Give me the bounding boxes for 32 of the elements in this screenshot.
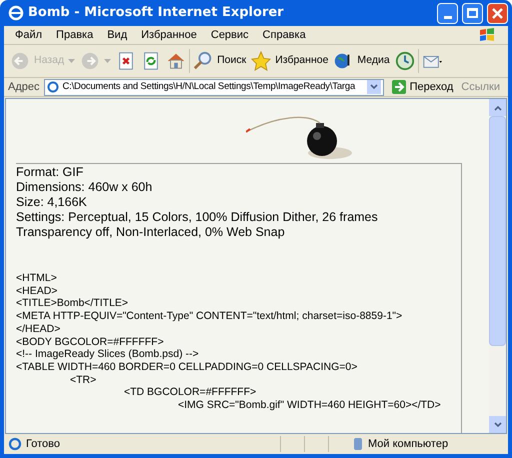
menu-item[interactable]: Правка	[49, 26, 100, 44]
address-text: C:\Documents and Settings\H/N\Local Settings\Temp\ImageReady\Targa	[62, 80, 356, 94]
status-text: Готово	[26, 436, 61, 452]
code-line: <TITLE>Bomb</TITLE>	[16, 297, 130, 310]
zone-text: Мой компьютер	[368, 436, 448, 452]
menu-item[interactable]: Справка	[256, 26, 313, 44]
go-button[interactable]: Переход	[388, 78, 458, 96]
info-line: Settings: Perceptual, 15 Colors, 100% Diffusion Dither, 26 frames	[16, 210, 378, 225]
window-title: Bomb - Microsoft Internet Explorer	[28, 4, 285, 22]
media-button[interactable]: Медиа	[331, 51, 392, 71]
code-line: <TD BGCOLOR=#FFFFFF>	[123, 386, 258, 400]
code-line: <META HTTP-EQUIV="Content-Type" CONTENT="text/html; charset=iso-8859-1">	[16, 310, 404, 323]
favorites-button[interactable]: Избранное	[249, 51, 330, 71]
info-line: Dimensions: 460w x 60h	[16, 180, 154, 195]
search-button[interactable]: Поиск	[191, 51, 248, 71]
address-field[interactable]: C:\Documents and Settings\H/N\Local Settings\Temp\ImageReady\Targa	[44, 78, 384, 96]
code-line: <TABLE WIDTH=460 BORDER=0 CELLPADDING=0 CELLSPACING=0>	[16, 360, 358, 374]
code-line: <IMG SRC="Bomb.gif" WIDTH=460 HEIGHT=60></TD>	[177, 399, 441, 412]
code-line: <BODY BGCOLOR=#FFFFFF>	[16, 336, 165, 348]
code-line: <TR>	[69, 374, 98, 386]
menu-item[interactable]: Сервис	[204, 26, 256, 44]
menu-item[interactable]: Избранное	[134, 26, 204, 44]
menu-item[interactable]: Вид	[100, 26, 134, 44]
address-label: Адрес	[8, 80, 40, 95]
code-line: <!-- ImageReady Slices (Bomb.psd) -->	[16, 348, 200, 361]
info-line: Format: GIF	[16, 165, 84, 180]
code-line: <HEAD>	[16, 284, 58, 298]
code-line: <HTML>	[16, 272, 58, 285]
info-line: Transparency off, Non-Interlaced, 0% Web Snap	[16, 225, 286, 240]
menu-item[interactable]: Файл	[8, 26, 50, 44]
info-line: Size: 4,166K	[16, 195, 88, 210]
code-line: </HEAD>	[16, 322, 62, 336]
